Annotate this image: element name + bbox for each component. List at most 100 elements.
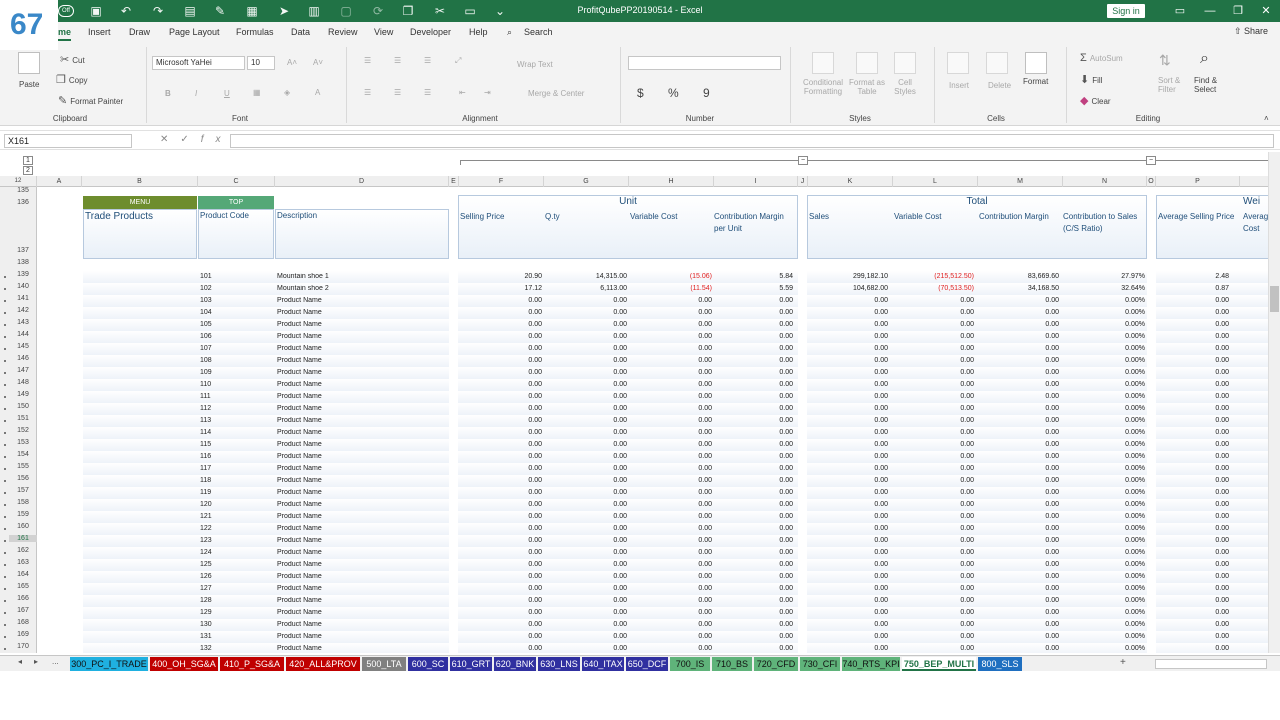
table-cell[interactable]: 0.00 [809, 309, 888, 316]
table-cell[interactable]: 0.00 [1158, 501, 1229, 508]
table-cell[interactable]: 0.00 [1158, 357, 1229, 364]
sheet-tab[interactable]: 410_P_SG&A [220, 657, 284, 671]
table-cell[interactable]: 0.00 [460, 537, 542, 544]
table-cell[interactable]: 0.00 [979, 537, 1059, 544]
table-cell[interactable]: 0.00 [894, 369, 974, 376]
table-cell[interactable]: 34,168.50 [979, 285, 1059, 292]
row-header[interactable]: 169 [9, 631, 37, 638]
table-cell[interactable]: 0.00 [1158, 429, 1229, 436]
table-cell[interactable]: 0.00 [979, 489, 1059, 496]
table-cell[interactable]: 0.00 [894, 621, 974, 628]
table-cell[interactable]: Product Name [277, 525, 447, 532]
formula-input[interactable] [230, 134, 1274, 148]
table-cell[interactable]: 0.00 [1158, 573, 1229, 580]
table-cell[interactable]: 0.00 [714, 417, 793, 424]
table-cell[interactable]: 0.00 [545, 429, 627, 436]
table-cell[interactable]: 0.00% [1063, 645, 1145, 652]
table-cell[interactable]: Product Name [277, 321, 447, 328]
table-cell[interactable]: 0.00 [460, 501, 542, 508]
table-cell[interactable]: 0.00 [545, 645, 627, 652]
sheet-tab[interactable]: 750_BEP_MULTI [902, 657, 976, 671]
row-header[interactable]: 170 [9, 643, 37, 650]
table-cell[interactable]: 0.00 [809, 633, 888, 640]
table-cell[interactable]: 0.00 [809, 537, 888, 544]
table-cell[interactable]: 0.00 [809, 561, 888, 568]
table-cell[interactable]: 0.00 [894, 525, 974, 532]
table-cell[interactable]: 0.00 [979, 561, 1059, 568]
table-cell[interactable]: 0.00 [630, 633, 712, 640]
table-cell[interactable]: 0.00 [460, 405, 542, 412]
table-cell[interactable]: 0.00 [714, 333, 793, 340]
table-cell[interactable]: 104 [200, 309, 270, 316]
sheet-tab[interactable]: 640_ITAX [582, 657, 624, 671]
table-cell[interactable]: 0.00 [809, 357, 888, 364]
table-cell[interactable]: 0.00 [714, 621, 793, 628]
table-cell[interactable]: 0.00 [545, 309, 627, 316]
table-cell[interactable]: Product Name [277, 405, 447, 412]
table-cell[interactable]: 0.00 [630, 465, 712, 472]
table-cell[interactable]: 117 [200, 465, 270, 472]
table-cell[interactable]: (11.54) [630, 285, 712, 292]
table-cell[interactable]: 0.00 [979, 429, 1059, 436]
table-cell[interactable]: 0.00 [545, 321, 627, 328]
tab-view[interactable]: View [374, 27, 393, 37]
table-cell[interactable]: Product Name [277, 393, 447, 400]
row-header[interactable]: 154 [9, 451, 37, 458]
table-cell[interactable]: 0.00 [545, 381, 627, 388]
ribbon-display-icon[interactable]: ▭ [1172, 3, 1188, 19]
table-cell[interactable]: 0.00 [979, 549, 1059, 556]
sheet-tab[interactable]: 730_CFI [800, 657, 840, 671]
search-box[interactable]: Search [524, 27, 553, 37]
table-cell[interactable]: 0.00 [809, 585, 888, 592]
table-cell[interactable]: 0.00 [979, 357, 1059, 364]
outline-level-2[interactable]: 2 [23, 166, 33, 175]
table-cell[interactable]: 6,113.00 [545, 285, 627, 292]
table-cell[interactable]: 0.00 [1158, 309, 1229, 316]
table-cell[interactable]: 0.00 [979, 369, 1059, 376]
table-cell[interactable]: 0.00 [809, 597, 888, 604]
table-cell[interactable]: 0.00 [809, 609, 888, 616]
add-sheet-button[interactable]: + [1120, 657, 1126, 668]
table-cell[interactable]: 0.00 [979, 321, 1059, 328]
table-cell[interactable]: 0.00% [1063, 381, 1145, 388]
table-cell[interactable]: 0.00 [894, 321, 974, 328]
table-cell[interactable]: 0.00 [894, 333, 974, 340]
table-cell[interactable]: 0.00 [894, 357, 974, 364]
row-header[interactable]: 156 [9, 475, 37, 482]
table-cell[interactable]: 0.00 [894, 645, 974, 652]
underline-button[interactable]: U [224, 89, 230, 98]
table-cell[interactable]: 0.00 [809, 321, 888, 328]
table-cell[interactable]: 0.00 [630, 573, 712, 580]
table-cell[interactable]: 0.00 [630, 621, 712, 628]
table-cell[interactable]: 0.00 [460, 633, 542, 640]
table-cell[interactable]: 0.00 [460, 477, 542, 484]
table-cell[interactable]: 0.00 [714, 381, 793, 388]
conditional-formatting-icon[interactable] [812, 52, 834, 74]
table-cell[interactable]: 0.00 [630, 477, 712, 484]
table-cell[interactable]: 0.00 [630, 345, 712, 352]
fill-button[interactable]: ⬇ Fill [1080, 73, 1102, 86]
table-cell[interactable]: 0.00 [979, 465, 1059, 472]
table-cell[interactable]: 0.00 [460, 597, 542, 604]
delete-button[interactable]: Delete [988, 81, 1011, 90]
table-cell[interactable]: 0.00 [630, 501, 712, 508]
sheet-tab[interactable]: 610_GRT [450, 657, 492, 671]
table-cell[interactable]: Product Name [277, 417, 447, 424]
table-cell[interactable]: 0.00 [809, 489, 888, 496]
table-cell[interactable]: 105 [200, 321, 270, 328]
table-cell[interactable]: Product Name [277, 561, 447, 568]
table-cell[interactable]: 0.00 [809, 465, 888, 472]
table-cell[interactable]: 0.00 [545, 393, 627, 400]
table-cell[interactable]: 0.00 [714, 525, 793, 532]
table-cell[interactable]: 0.00 [460, 573, 542, 580]
table-cell[interactable]: Product Name [277, 465, 447, 472]
table-cell[interactable]: 0.00 [714, 453, 793, 460]
column-header-o[interactable]: O [1147, 176, 1156, 187]
table-cell[interactable]: 0.00% [1063, 441, 1145, 448]
table-cell[interactable]: Product Name [277, 501, 447, 508]
table-cell[interactable]: 0.00 [1158, 369, 1229, 376]
close-icon[interactable]: ✕ [1258, 3, 1274, 19]
sheet-tab[interactable]: 600_SC [408, 657, 448, 671]
table-cell[interactable]: 0.00% [1063, 405, 1145, 412]
table-cell[interactable]: 0.00 [979, 609, 1059, 616]
